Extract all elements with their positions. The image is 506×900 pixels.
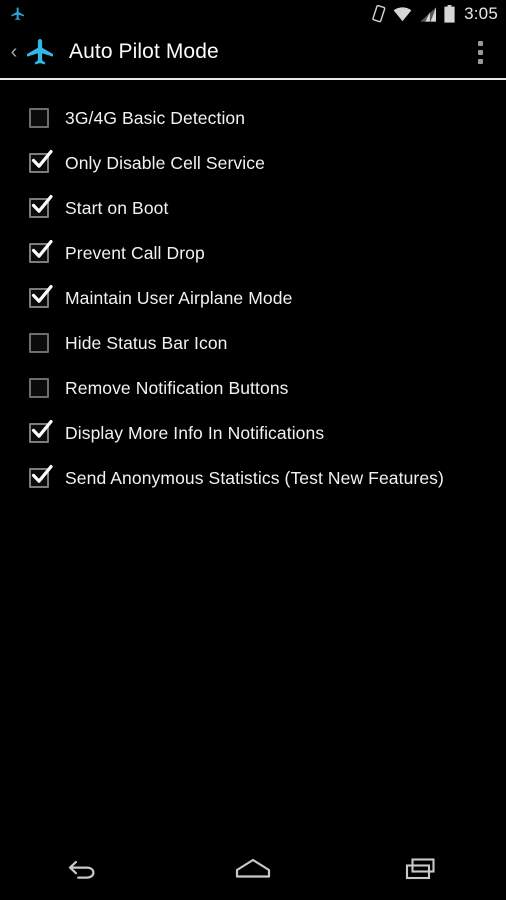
checkbox-box xyxy=(29,332,49,353)
checkmark-icon xyxy=(31,464,53,483)
preference-label: Maintain User Airplane Mode xyxy=(65,288,293,308)
status-bar-notifications xyxy=(8,6,28,22)
auto-rotate-icon xyxy=(372,5,386,23)
checkbox[interactable] xyxy=(29,284,53,310)
preference-label: Display More Info In Notifications xyxy=(65,423,325,443)
pref-prevent-call-drop[interactable]: Prevent Call Drop xyxy=(0,231,506,276)
wifi-icon xyxy=(393,6,412,21)
pref-remove-notification-buttons[interactable]: Remove Notification Buttons xyxy=(0,366,506,411)
checkbox[interactable] xyxy=(29,419,53,445)
status-bar-system-icons: 3:05 xyxy=(372,4,498,24)
airplane-notification-icon xyxy=(11,7,24,21)
pref-display-more-info-in-notifications[interactable]: Display More Info In Notifications xyxy=(0,411,506,456)
pref-only-disable-cell-service[interactable]: Only Disable Cell Service xyxy=(0,141,506,186)
page-title: Auto Pilot Mode xyxy=(69,40,219,63)
cellular-signal-icon xyxy=(420,6,437,22)
checkmark-icon xyxy=(31,149,53,168)
pref-3g-4g-basic-detection[interactable]: 3G/4G Basic Detection xyxy=(0,96,506,141)
checkbox[interactable] xyxy=(29,149,53,175)
preference-label: Prevent Call Drop xyxy=(65,243,205,263)
home-button[interactable] xyxy=(169,838,338,900)
checkbox-box xyxy=(29,107,49,128)
back-button[interactable] xyxy=(0,838,169,900)
checkmark-icon xyxy=(31,194,53,213)
action-bar: ‹ Auto Pilot Mode xyxy=(0,28,506,76)
preference-list: 3G/4G Basic Detection Only Disable Cell S… xyxy=(0,82,506,501)
overflow-dot xyxy=(477,49,483,55)
pref-hide-status-bar-icon[interactable]: Hide Status Bar Icon xyxy=(0,321,506,366)
pref-start-on-boot[interactable]: Start on Boot xyxy=(0,186,506,231)
checkbox[interactable] xyxy=(29,464,53,490)
navigation-bar xyxy=(0,838,506,900)
preference-label: Remove Notification Buttons xyxy=(65,378,289,398)
checkbox[interactable] xyxy=(29,239,53,265)
preference-label: Only Disable Cell Service xyxy=(65,153,265,173)
overflow-menu-icon[interactable] xyxy=(464,29,496,75)
airplane-icon[interactable] xyxy=(23,37,57,67)
checkmark-icon xyxy=(31,284,53,303)
preference-label: 3G/4G Basic Detection xyxy=(65,108,246,128)
preference-label: Send Anonymous Statistics (Test New Feat… xyxy=(65,468,444,488)
checkmark-icon xyxy=(31,239,53,258)
overflow-dot xyxy=(477,58,483,64)
checkbox[interactable] xyxy=(29,107,51,130)
checkbox[interactable] xyxy=(29,377,51,400)
pref-send-anonymous-statistics[interactable]: Send Anonymous Statistics (Test New Feat… xyxy=(0,456,506,501)
status-bar-clock: 3:05 xyxy=(464,4,498,23)
recents-button[interactable] xyxy=(337,838,506,900)
pref-maintain-user-airplane-mode[interactable]: Maintain User Airplane Mode xyxy=(0,276,506,321)
home-icon xyxy=(235,858,271,878)
checkbox[interactable] xyxy=(29,332,51,355)
back-icon xyxy=(69,860,95,879)
overflow-dot xyxy=(477,40,483,46)
preference-label: Hide Status Bar Icon xyxy=(65,333,228,353)
checkbox-box xyxy=(29,377,49,398)
recents-icon xyxy=(405,858,435,880)
status-bar: 3:05 xyxy=(0,0,506,28)
checkbox[interactable] xyxy=(29,194,53,220)
up-chevron-icon[interactable]: ‹ xyxy=(4,42,22,62)
checkmark-icon xyxy=(31,419,53,438)
preference-label: Start on Boot xyxy=(65,198,169,218)
battery-icon xyxy=(444,5,455,23)
